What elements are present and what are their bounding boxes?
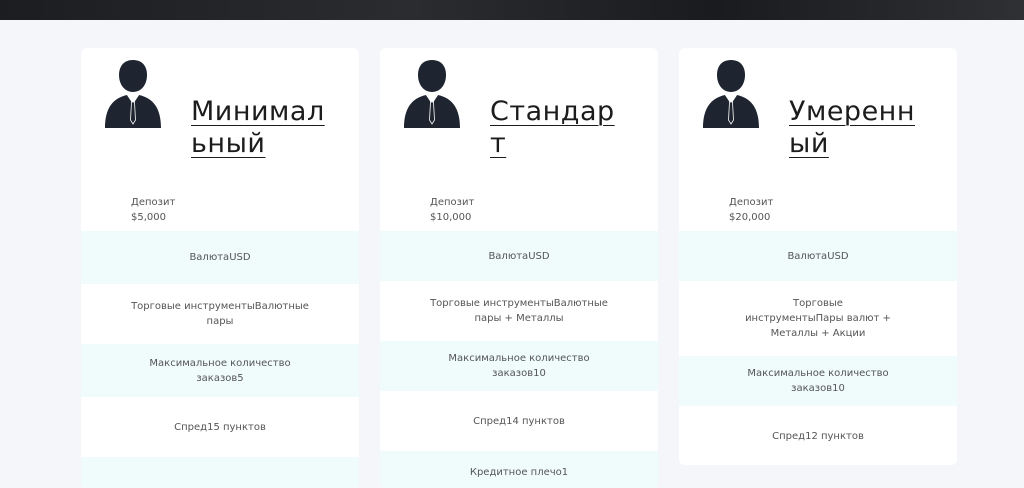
- max-orders-row: Максимальное количество заказов10: [380, 341, 658, 391]
- spread-text: Спред12 пунктов: [772, 430, 864, 442]
- plan-card-header: Умеренный: [679, 48, 957, 178]
- spread-text: Спред15 пунктов: [174, 421, 266, 433]
- instruments-row: Торговые инструментыВалютные пары + Мета…: [380, 281, 658, 341]
- instruments-text: Торговые инструментыВалютные пары: [131, 301, 309, 327]
- header-banner: [0, 0, 1024, 20]
- currency-row: ВалютаUSD: [679, 231, 957, 281]
- spread-row: Спред15 пунктов: [81, 397, 359, 457]
- deposit-label: Депозит: [430, 196, 475, 208]
- plan-card-standard: Стандарт Депозит $10,000 ВалютаUSD Торго…: [380, 48, 658, 488]
- plan-name-link[interactable]: Стандарт: [490, 96, 630, 160]
- plan-card-minimal: Минимальный Депозит $5,000 ВалютаUSD Тор…: [81, 48, 359, 488]
- businessman-avatar-icon: [105, 60, 161, 128]
- businessman-avatar-icon: [703, 60, 759, 128]
- deposit-label: Депозит: [131, 196, 176, 208]
- plan-name-link[interactable]: Минимальный: [191, 96, 331, 160]
- deposit-value: $10,000: [430, 211, 472, 223]
- deposit-row: Депозит $20,000: [679, 178, 957, 231]
- instruments-row: Торговые инструментыВалютные пары: [81, 284, 359, 344]
- leverage-row: Кредитное плечо1: [380, 451, 658, 488]
- currency-row: ВалютаUSD: [380, 231, 658, 281]
- deposit-row: Депозит $10,000: [380, 178, 658, 231]
- spread-text: Спред14 пунктов: [473, 415, 565, 427]
- instruments-row: Торговые инструментыПары валют + Металлы…: [679, 281, 957, 356]
- leverage-text: Кредитное плечо1: [469, 467, 569, 478]
- deposit-value: $20,000: [729, 211, 771, 223]
- instruments-text: Торговые инструментыПары валют + Металлы…: [745, 298, 891, 339]
- next-row: [81, 457, 359, 488]
- plan-card-moderate: Умеренный Депозит $20,000 ВалютаUSD Торг…: [679, 48, 957, 465]
- plan-card-header: Минимальный: [81, 48, 359, 178]
- max-orders-text: Максимальное количество заказов10: [448, 353, 590, 379]
- spread-row: Спред12 пунктов: [679, 406, 957, 465]
- currency-text: ВалютаUSD: [488, 250, 550, 262]
- plan-name-link[interactable]: Умеренный: [789, 96, 929, 160]
- instruments-text: Торговые инструментыВалютные пары + Мета…: [430, 298, 608, 324]
- deposit-value: $5,000: [131, 211, 166, 223]
- max-orders-row: Максимальное количество заказов5: [81, 344, 359, 397]
- max-orders-text: Максимальное количество заказов5: [149, 357, 291, 384]
- currency-text: ВалютаUSD: [787, 250, 849, 262]
- deposit-label: Депозит: [729, 196, 774, 208]
- max-orders-text: Максимальное количество заказов10: [747, 368, 889, 394]
- plan-card-header: Стандарт: [380, 48, 658, 178]
- businessman-avatar-icon: [404, 60, 460, 128]
- deposit-row: Депозит $5,000: [81, 178, 359, 231]
- currency-text: ВалютаUSD: [189, 252, 251, 263]
- max-orders-row: Максимальное количество заказов10: [679, 356, 957, 406]
- currency-row: ВалютаUSD: [81, 231, 359, 284]
- spread-row: Спред14 пунктов: [380, 391, 658, 451]
